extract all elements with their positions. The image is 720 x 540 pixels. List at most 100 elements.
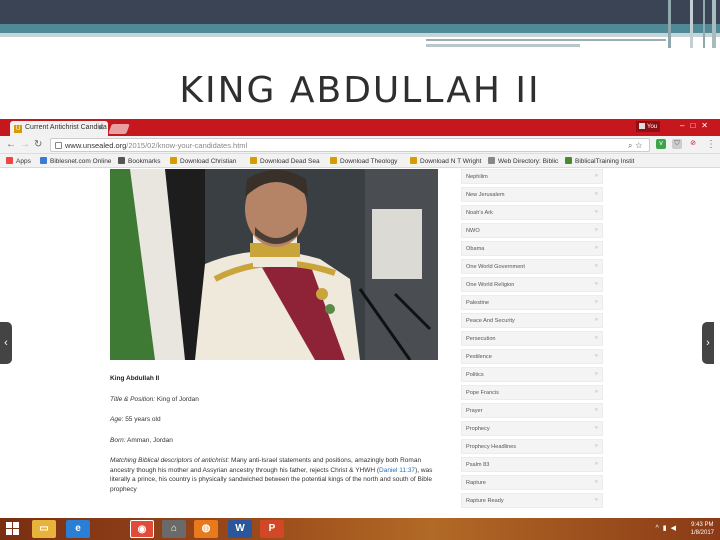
- network-icon[interactable]: ▮: [663, 525, 671, 532]
- slide-header-stripe: [0, 33, 720, 37]
- bookmark-biblicaltraining[interactable]: BiblicalTraining Instit: [565, 157, 634, 165]
- sidebar-item-nephilim[interactable]: Nephilim »: [461, 169, 603, 184]
- volume-icon[interactable]: ◀: [671, 525, 680, 532]
- bookmark-star-icon[interactable]: ☆: [635, 141, 645, 150]
- born-line: Born: Amman, Jordan: [110, 436, 440, 446]
- sidebar-item-prophecy-headlines[interactable]: Prophecy Headlines »: [461, 439, 603, 454]
- powerpoint-icon[interactable]: P: [260, 520, 284, 538]
- start-button[interactable]: [6, 522, 21, 536]
- address-input[interactable]: www.unsealed.org/2015/02/know-your-candi…: [50, 138, 650, 152]
- sidebar-item-nwo[interactable]: NWO »: [461, 223, 603, 238]
- sidebar-item-label: Psalm 83: [466, 462, 490, 468]
- sidebar-item-psalm-83[interactable]: Psalm 83 »: [461, 457, 603, 472]
- sidebar-item-peace-and-security[interactable]: Peace And Security »: [461, 313, 603, 328]
- sidebar-item-politics[interactable]: Politics »: [461, 367, 603, 382]
- new-tab-button[interactable]: [108, 124, 130, 134]
- chevron-right-icon: »: [594, 353, 598, 359]
- forward-icon[interactable]: →: [20, 139, 30, 151]
- chevron-right-icon: »: [594, 425, 598, 431]
- address-bar-row: ← → ↻ www.unsealed.org/2015/02/know-your…: [0, 136, 720, 154]
- chevron-right-icon: ›: [706, 337, 710, 349]
- word-icon[interactable]: W: [228, 520, 252, 538]
- sidebar-item-one-world-government[interactable]: One World Government »: [461, 259, 603, 274]
- descriptors-paragraph: Matching Biblical descriptors of antichr…: [110, 456, 440, 494]
- chevron-right-icon: »: [594, 173, 598, 179]
- back-icon[interactable]: ←: [6, 139, 16, 151]
- page-icon: [488, 157, 495, 164]
- sidebar-item-rapture-ready[interactable]: Rapture Ready »: [461, 493, 603, 508]
- extension-shield-icon[interactable]: ⛉: [672, 139, 682, 149]
- chevron-right-icon: »: [594, 443, 598, 449]
- sidebar-item-label: NWO: [466, 228, 480, 234]
- star-icon: [118, 157, 125, 164]
- decorative-bar: [668, 0, 671, 48]
- close-window-icon[interactable]: ✕: [701, 121, 714, 130]
- sidebar-item-one-world-religion[interactable]: One World Religion »: [461, 277, 603, 292]
- bookmark-download-dead-sea[interactable]: Download Dead Sea: [250, 157, 320, 165]
- scripture-link[interactable]: Daniel 11:37: [379, 467, 415, 474]
- windows-logo-icon: [13, 522, 19, 528]
- system-tray: ^▮◀: [655, 524, 680, 532]
- previous-slide-button[interactable]: ‹: [0, 322, 12, 364]
- sidebar-item-rapture[interactable]: Rapture »: [461, 475, 603, 490]
- sidebar-item-label: Obama: [466, 246, 485, 252]
- bookmark-download-christian[interactable]: Download Christian: [170, 157, 236, 165]
- tab-strip: U Current Antichrist Candida ✕ You –□✕: [0, 119, 720, 136]
- sidebar-item-palestine[interactable]: Palestine »: [461, 295, 603, 310]
- sidebar-item-label: Peace And Security: [466, 318, 515, 324]
- file-explorer-icon[interactable]: ▭: [32, 520, 56, 538]
- bookmark-download-theology[interactable]: Download Theology: [330, 157, 397, 165]
- field-label: Born:: [110, 436, 126, 444]
- page-info-icon[interactable]: [55, 142, 62, 149]
- tab-title: Current Antichrist Candida: [25, 124, 107, 131]
- presentation-slide: KING ABDULLAH II U Current Antichrist Can…: [0, 0, 720, 540]
- profile-button[interactable]: You: [636, 121, 661, 132]
- age-line: Age: 55 years old: [110, 415, 440, 425]
- bookmark-apps[interactable]: Apps: [6, 157, 31, 165]
- sidebar-item-obama[interactable]: Obama »: [461, 241, 603, 256]
- reload-icon[interactable]: ↻: [34, 139, 42, 151]
- home-icon[interactable]: ⌂: [162, 520, 186, 538]
- extension-icon[interactable]: ⊘: [688, 139, 698, 149]
- sidebar-item-label: New Jerusalem: [466, 192, 505, 198]
- browser-window: U Current Antichrist Candida ✕ You –□✕ ← …: [0, 119, 720, 518]
- minimize-icon[interactable]: –: [680, 121, 690, 130]
- chevron-right-icon: »: [594, 299, 598, 305]
- sidebar-item-noahs-ark[interactable]: Noah's Ark »: [461, 205, 603, 220]
- sidebar-item-persecution[interactable]: Persecution »: [461, 331, 603, 346]
- chevron-right-icon: »: [594, 461, 598, 467]
- windows-logo-icon: [6, 529, 12, 535]
- show-hidden-icons-icon[interactable]: ^: [655, 525, 662, 532]
- menu-icon[interactable]: ⋮: [706, 139, 716, 151]
- chrome-icon[interactable]: ◉: [130, 520, 154, 538]
- sidebar-item-new-jerusalem[interactable]: New Jerusalem »: [461, 187, 603, 202]
- sidebar-item-prophecy[interactable]: Prophecy »: [461, 421, 603, 436]
- sidebar-item-label: Nephilim: [466, 174, 488, 180]
- windows-taskbar: ▭ e ◉ ⌂ ◍ W P ^▮◀ 9:43 PM 1/8/2017: [0, 518, 720, 540]
- decorative-bar: [703, 0, 705, 48]
- shield-bookmark-icon: [250, 157, 257, 164]
- extension-icon[interactable]: v: [656, 139, 666, 149]
- bookmark-label: Bookmarks: [128, 158, 161, 165]
- chevron-right-icon: »: [594, 479, 598, 485]
- slide-title: KING ABDULLAH II: [179, 70, 541, 111]
- shield-bookmark-icon: [170, 157, 177, 164]
- sidebar-item-prayer[interactable]: Prayer »: [461, 403, 603, 418]
- title-position-line: Title & Position: King of Jordan: [110, 395, 440, 405]
- sidebar-item-pestilence[interactable]: Pestilence »: [461, 349, 603, 364]
- maximize-icon[interactable]: □: [690, 121, 701, 130]
- chevron-right-icon: »: [594, 497, 598, 503]
- bookmark-download-nt-wright[interactable]: Download N T Wright: [410, 157, 481, 165]
- close-tab-icon[interactable]: ✕: [98, 124, 104, 132]
- bookmark-biblesnet[interactable]: Biblesnet.com Online: [40, 157, 111, 165]
- chevron-right-icon: »: [594, 407, 598, 413]
- bookmark-bookmarks[interactable]: Bookmarks: [118, 157, 161, 165]
- next-slide-button[interactable]: ›: [702, 322, 714, 364]
- taskbar-clock[interactable]: 9:43 PM 1/8/2017: [691, 521, 714, 537]
- bookmark-web-directory[interactable]: Web Directory: Biblic: [488, 157, 558, 165]
- browser-tab[interactable]: U Current Antichrist Candida ✕: [10, 121, 108, 136]
- chevron-right-icon: »: [594, 191, 598, 197]
- sidebar-item-pope-francis[interactable]: Pope Francis »: [461, 385, 603, 400]
- internet-explorer-icon[interactable]: e: [66, 520, 90, 538]
- firefox-icon[interactable]: ◍: [194, 520, 218, 538]
